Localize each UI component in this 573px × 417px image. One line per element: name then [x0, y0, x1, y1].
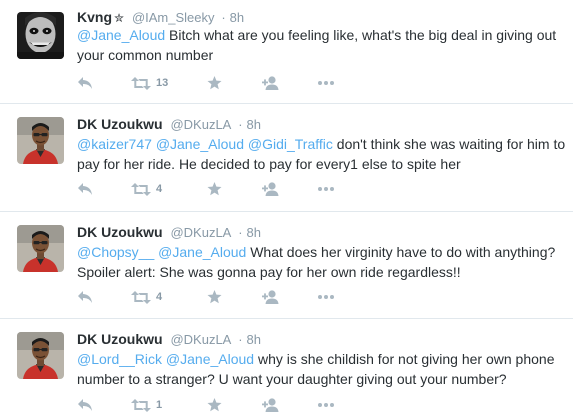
- mention-link[interactable]: @Jane_Aloud: [158, 244, 246, 260]
- retweet-button[interactable]: 1: [131, 397, 162, 413]
- tweet-text: @Lord__Rick @Jane_Aloud why is she child…: [77, 349, 572, 389]
- favorite-button[interactable]: [207, 397, 222, 413]
- reply-icon: [78, 77, 92, 89]
- reply-icon: [78, 291, 92, 303]
- mention-link[interactable]: @Jane_Aloud: [166, 351, 254, 367]
- retweet-count: 4: [156, 183, 163, 195]
- tweet-text: @Jane_Aloud Bitch what are you feeling l…: [77, 25, 572, 65]
- retweet-icon: [131, 398, 151, 412]
- tweet-actions: 4: [77, 289, 377, 305]
- favorite-button[interactable]: [207, 289, 222, 305]
- more-button[interactable]: [318, 397, 334, 413]
- mention-link[interactable]: @Lord__Rick: [77, 351, 162, 367]
- separator: ·: [221, 10, 226, 25]
- separator: ·: [238, 225, 243, 240]
- timestamp[interactable]: 8h: [230, 10, 244, 25]
- tweet[interactable]: DK Uzoukwu @DKuzLA · 8h @Lord__Rick @Jan…: [0, 318, 573, 417]
- reply-button[interactable]: [77, 181, 93, 197]
- display-name[interactable]: DK Uzoukwu: [77, 224, 163, 240]
- reply-icon: [78, 183, 92, 195]
- follow-button[interactable]: [262, 397, 280, 413]
- favorite-button[interactable]: [207, 75, 222, 91]
- more-icon: [318, 403, 334, 407]
- reply-button[interactable]: [77, 289, 93, 305]
- star-icon: [207, 290, 222, 304]
- tweet-text: @kaizer747 @Jane_Aloud @Gidi_Traffic don…: [77, 134, 572, 174]
- display-name[interactable]: Kvng: [77, 9, 112, 25]
- reply-button[interactable]: [77, 75, 93, 91]
- tweet-feed: Kvng ✮ @IAm_Sleeky · 8h @Jane_Aloud Bitch…: [0, 0, 573, 417]
- retweet-count: 1: [156, 399, 163, 411]
- tweet[interactable]: DK Uzoukwu @DKuzLA · 8h @kaizer747 @Jane…: [0, 103, 573, 211]
- avatar[interactable]: [17, 225, 64, 272]
- star-icon: [207, 182, 222, 196]
- separator: ·: [238, 332, 243, 347]
- reply-icon: [78, 399, 92, 411]
- more-button[interactable]: [318, 75, 334, 91]
- more-icon: [318, 81, 334, 85]
- tweet-header: DK Uzoukwu @DKuzLA · 8h: [77, 116, 261, 133]
- avatar[interactable]: [17, 12, 64, 59]
- display-name[interactable]: DK Uzoukwu: [77, 116, 163, 132]
- more-button[interactable]: [318, 181, 334, 197]
- mention-link[interactable]: @Gidi_Traffic: [248, 136, 333, 152]
- reply-button[interactable]: [77, 397, 93, 413]
- username[interactable]: @DKuzLA: [170, 225, 231, 240]
- avatar[interactable]: [17, 117, 64, 164]
- timestamp[interactable]: 8h: [246, 225, 260, 240]
- follow-button[interactable]: [262, 75, 280, 91]
- tweet-actions: 4: [77, 181, 377, 197]
- timestamp[interactable]: 8h: [246, 117, 260, 132]
- username[interactable]: @DKuzLA: [170, 117, 231, 132]
- retweet-button[interactable]: 4: [131, 289, 162, 305]
- favorite-button[interactable]: [207, 181, 222, 197]
- tweet[interactable]: Kvng ✮ @IAm_Sleeky · 8h @Jane_Aloud Bitch…: [0, 0, 573, 103]
- tweet-header: DK Uzoukwu @DKuzLA · 8h: [77, 224, 261, 241]
- mention-link[interactable]: @Jane_Aloud: [77, 27, 165, 43]
- avatar[interactable]: [17, 332, 64, 379]
- follow-icon: [262, 398, 279, 412]
- follow-icon: [262, 76, 279, 90]
- retweet-icon: [131, 76, 151, 90]
- tweet-text: @Chopsy__ @Jane_Aloud What does her virg…: [77, 242, 572, 282]
- tweet-header: DK Uzoukwu @DKuzLA · 8h: [77, 331, 261, 348]
- separator: ·: [238, 117, 243, 132]
- mention-link[interactable]: @Jane_Aloud: [156, 136, 244, 152]
- follow-icon: [262, 182, 279, 196]
- mention-link[interactable]: @kaizer747: [77, 136, 152, 152]
- star-icon: [207, 76, 222, 90]
- mention-link[interactable]: @Chopsy__: [77, 244, 154, 260]
- tweet-actions: 1: [77, 397, 377, 413]
- man-red-shirt-avatar: [17, 332, 64, 379]
- man-red-shirt-avatar: [17, 225, 64, 272]
- retweet-count: 13: [156, 77, 169, 89]
- follow-icon: [262, 290, 279, 304]
- more-icon: [318, 295, 334, 299]
- joker-face-avatar: [17, 12, 64, 59]
- follow-button[interactable]: [262, 289, 280, 305]
- retweet-icon: [131, 290, 151, 304]
- man-red-shirt-avatar: [17, 117, 64, 164]
- username[interactable]: @IAm_Sleeky: [132, 10, 215, 25]
- retweet-button[interactable]: 13: [131, 75, 168, 91]
- display-name[interactable]: DK Uzoukwu: [77, 331, 163, 347]
- more-icon: [318, 187, 334, 191]
- retweet-button[interactable]: 4: [131, 181, 162, 197]
- more-button[interactable]: [318, 289, 334, 305]
- timestamp[interactable]: 8h: [246, 332, 260, 347]
- retweet-icon: [131, 182, 151, 196]
- star-icon: [207, 398, 222, 412]
- retweet-count: 4: [156, 291, 163, 303]
- tweet[interactable]: DK Uzoukwu @DKuzLA · 8h @Chopsy__ @Jane_…: [0, 211, 573, 318]
- username[interactable]: @DKuzLA: [170, 332, 231, 347]
- follow-button[interactable]: [262, 181, 280, 197]
- tweet-actions: 13: [77, 75, 377, 91]
- name-symbol: ✮: [114, 11, 125, 25]
